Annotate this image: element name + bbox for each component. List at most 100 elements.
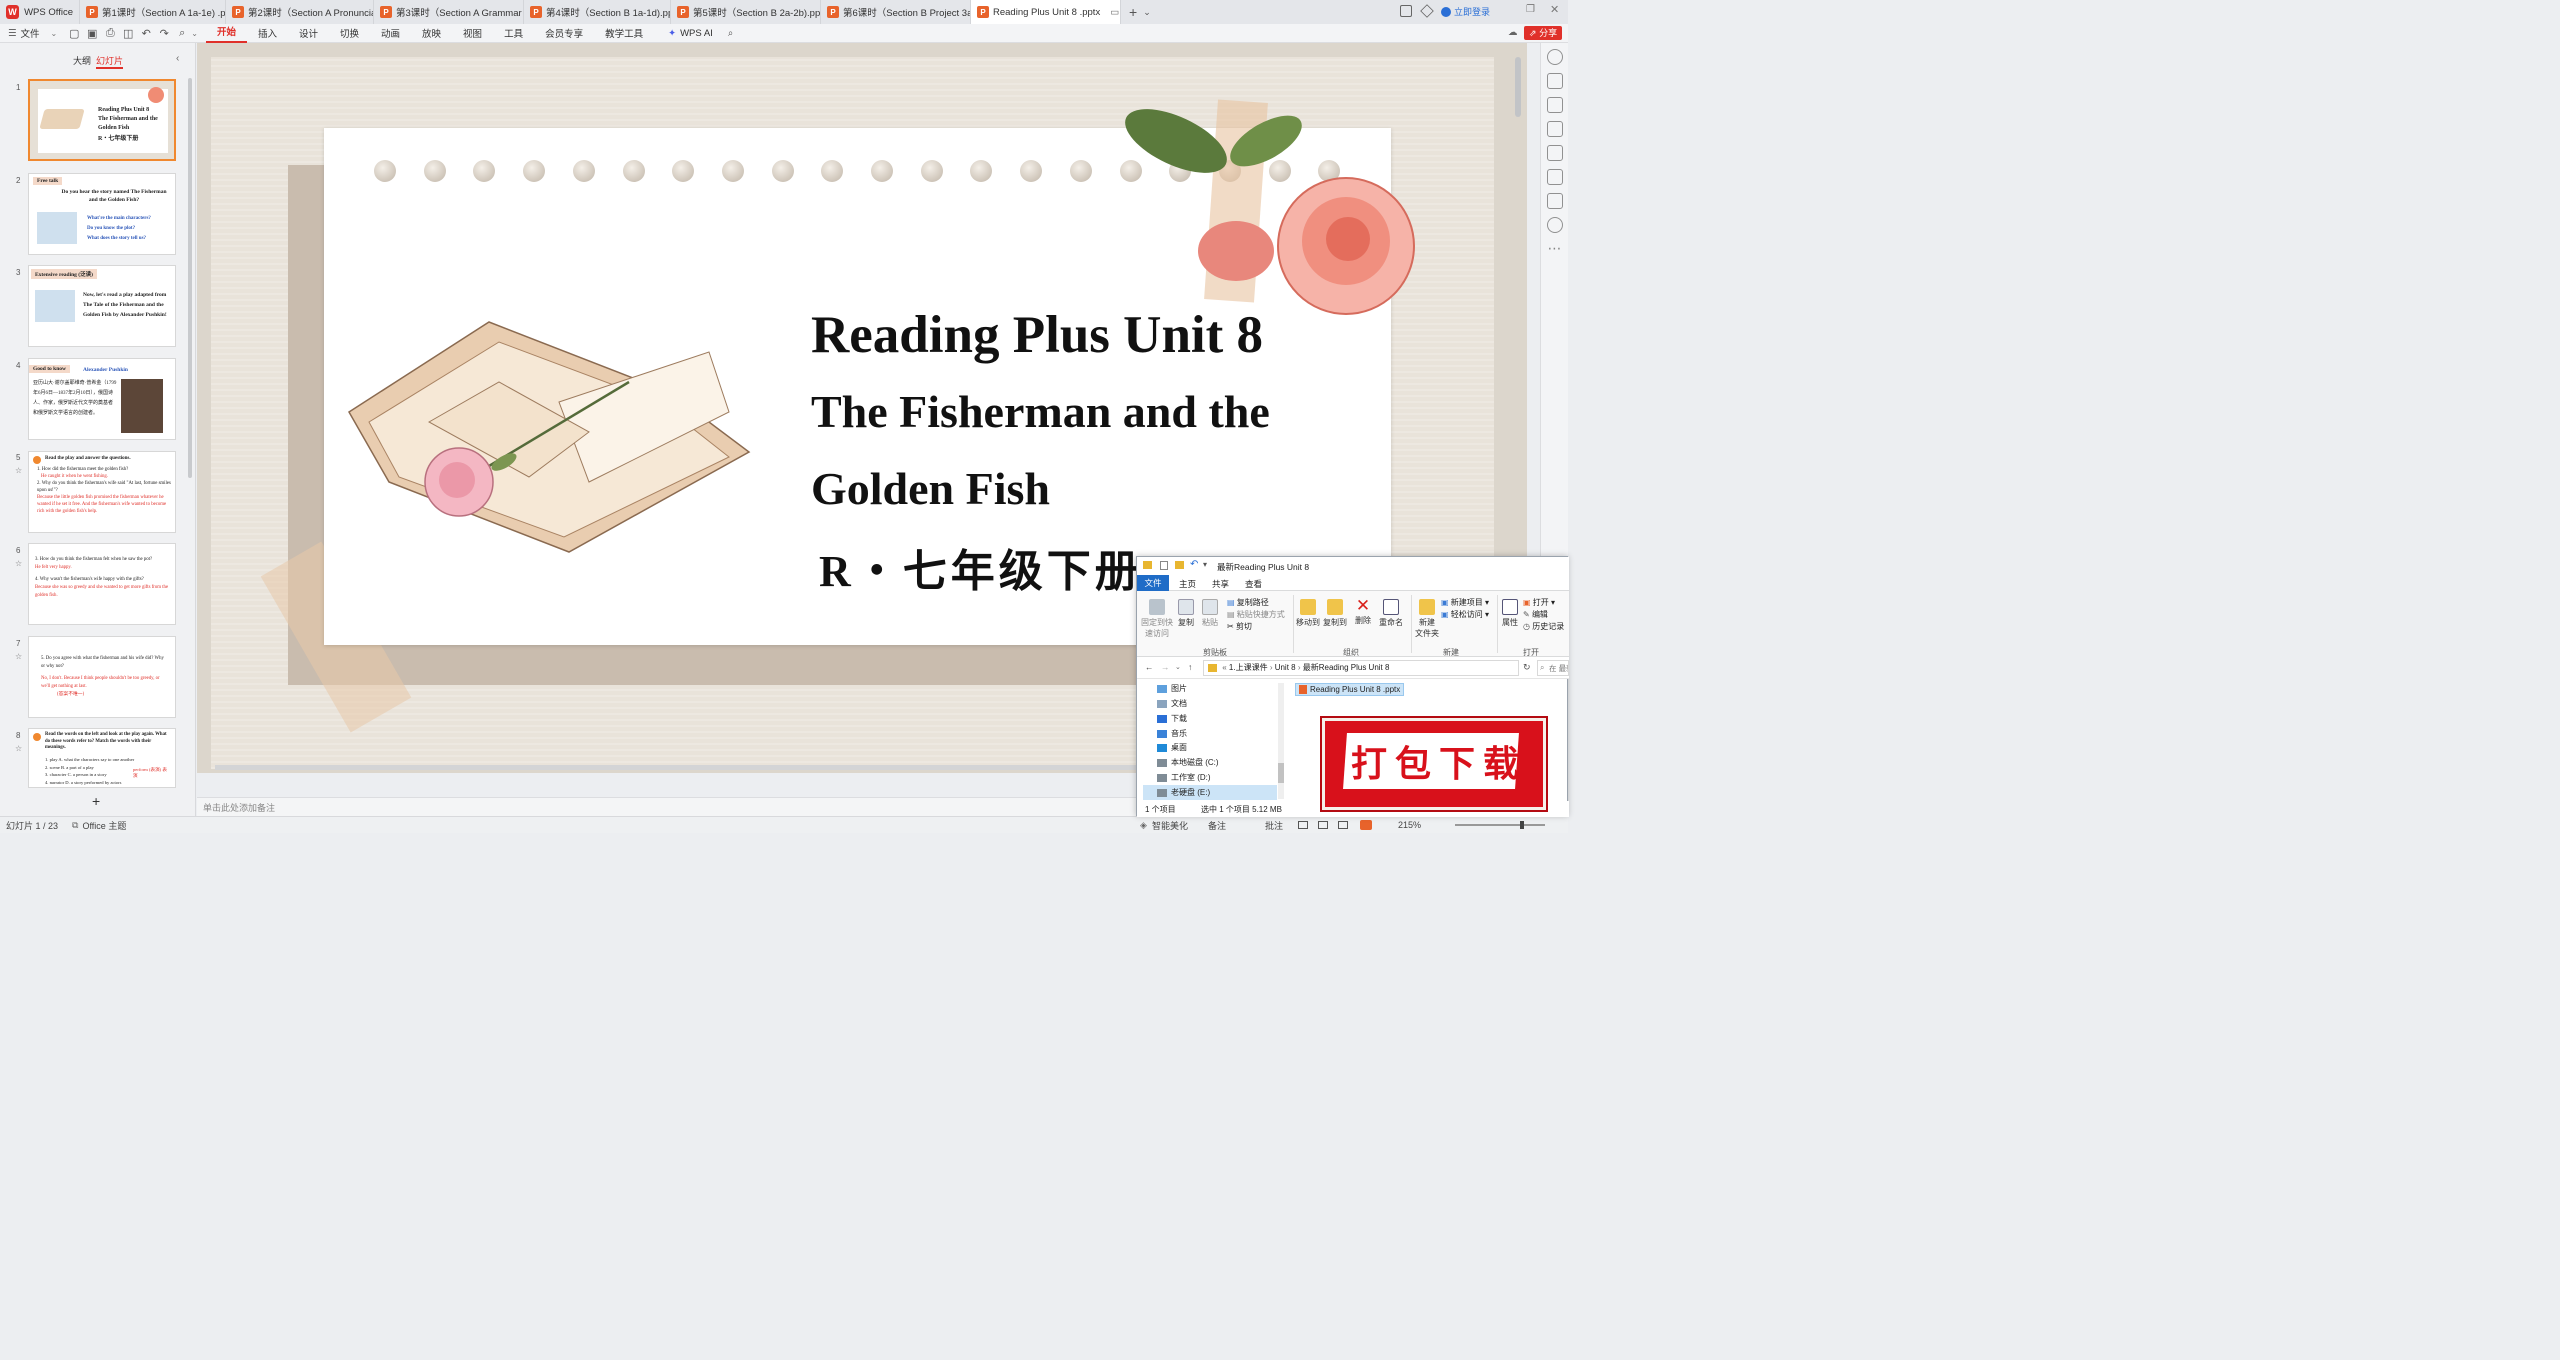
open-button[interactable]: ▣ 打开 ▾ [1523, 597, 1564, 609]
cloud-sync-icon[interactable]: ☁ [1508, 27, 1518, 38]
new-folder-button[interactable]: 新建 文件夹 [1413, 599, 1441, 639]
redo-icon[interactable]: ↷ [157, 26, 171, 40]
window-layout-icon[interactable] [1400, 5, 1412, 17]
pin-quick-access-button[interactable]: 固定到快 速访问 [1139, 599, 1175, 639]
tab-document[interactable]: P 第4课时（Section B 1a-1d).pptx [524, 0, 671, 24]
menu-insert[interactable]: 插入 [247, 26, 288, 40]
menu-member[interactable]: 会员专享 [534, 26, 594, 40]
sorter-view-icon[interactable] [1318, 821, 1328, 829]
layers-icon[interactable] [1546, 121, 1563, 137]
print-preview-icon[interactable]: ◫ [121, 26, 135, 40]
tab-document[interactable]: P 第3课时（Section A Grammar Focu [374, 0, 524, 24]
tab-document[interactable]: P 第2课时（Section A Pronunciation [226, 0, 374, 24]
new-document-icon[interactable]: ▢ [67, 26, 81, 40]
refresh-icon[interactable]: ↻ [1523, 662, 1531, 673]
nav-item-drive-c[interactable]: 本地磁盘 (C:) [1157, 757, 1219, 768]
close-window-icon[interactable]: ✕ [1550, 3, 1559, 16]
nav-item-pictures[interactable]: 图片 [1157, 683, 1187, 694]
menu-design[interactable]: 设计 [288, 26, 329, 40]
cube-icon[interactable] [1420, 4, 1434, 18]
normal-view-icon[interactable] [1298, 821, 1308, 829]
nav-item-desktop[interactable]: 桌面 [1157, 742, 1187, 753]
slide-thumbnail-6[interactable]: 3. How do you think the fisherman felt w… [28, 543, 176, 625]
slide-thumbnail-1[interactable]: Reading Plus Unit 8 The Fisherman and th… [28, 79, 176, 161]
add-slide-icon[interactable]: + [92, 793, 100, 809]
rename-button[interactable]: 重命名 [1377, 599, 1405, 628]
menu-wps-ai[interactable]: WPS AI [676, 28, 724, 39]
collapse-panel-icon[interactable]: ‹ [176, 53, 179, 64]
paste-shortcut-button[interactable]: ▤ 粘贴快捷方式 [1227, 609, 1285, 621]
slide-thumbnail-7[interactable]: 5. Do you agree with what the fisherman … [28, 636, 176, 718]
hamburger-icon[interactable]: ☰ [8, 28, 17, 39]
zoom-level[interactable]: 215% [1398, 820, 1421, 830]
menu-teaching-tools[interactable]: 教学工具 [594, 26, 654, 40]
menu-transition[interactable]: 切换 [329, 26, 370, 40]
slide-title[interactable]: Reading Plus Unit 8 [811, 305, 1270, 365]
chevron-down-icon[interactable]: ⌄ [1143, 7, 1151, 18]
breadcrumb-item[interactable]: Unit 8 [1275, 663, 1296, 672]
star-icon[interactable]: ☆ [15, 559, 22, 568]
star-icon[interactable]: ☆ [15, 466, 22, 475]
ribbon-tab-view[interactable]: 查看 [1245, 578, 1262, 590]
nav-item-drive-d[interactable]: 工作室 (D:) [1157, 772, 1211, 783]
chevron-down-icon[interactable]: ⌄ [1175, 663, 1181, 671]
breadcrumb-item[interactable]: 1.上课课件 [1229, 663, 1268, 672]
theme-label[interactable]: Office 主题 [82, 819, 126, 832]
edit-button[interactable]: ✎ 编辑 [1523, 609, 1564, 621]
chevron-down-icon[interactable]: ▾ [1203, 560, 1207, 569]
ribbon-tab-file[interactable]: 文件 [1137, 575, 1169, 591]
undo-icon[interactable]: ↶ [1190, 559, 1198, 570]
tab-outline[interactable]: 大纲 [73, 54, 91, 67]
properties-icon[interactable] [1160, 561, 1168, 570]
login-button[interactable]: 立即登录 [1441, 5, 1490, 18]
menu-home[interactable]: 开始 [205, 24, 247, 43]
copy-path-button[interactable]: ▤ 复制路径 [1227, 597, 1285, 609]
slide-thumbnail-5[interactable]: Read the play and answer the questions. … [28, 451, 176, 533]
tab-pin-icon[interactable]: ▭ [1110, 7, 1119, 18]
slide-thumbnail-8[interactable]: Read the words on the left and look at t… [28, 728, 176, 788]
tab-document[interactable]: P 第6课时（Section B Project 3a-Refl [821, 0, 971, 24]
share-button[interactable]: ⇗ 分享 [1524, 26, 1563, 40]
properties-icon[interactable] [1546, 73, 1563, 89]
tab-document[interactable]: P 第5课时（Section B 2a-2b).pptx [671, 0, 821, 24]
search-box[interactable]: ⌕ [1537, 660, 1569, 676]
menu-tools[interactable]: 工具 [493, 26, 534, 40]
copy-to-button[interactable]: 复制到 [1322, 599, 1348, 628]
collapse-icon[interactable] [1546, 49, 1563, 65]
menu-view[interactable]: 视图 [452, 26, 493, 40]
nav-item-downloads[interactable]: 下载 [1157, 713, 1187, 724]
more-icon[interactable]: ⋯ [1547, 241, 1563, 257]
save-icon[interactable]: ▣ [85, 26, 99, 40]
scrollbar[interactable] [1515, 57, 1521, 117]
download-banner[interactable]: 打包下载 [1322, 718, 1546, 810]
nav-item-drive-e[interactable]: 老硬盘 (E:) [1143, 785, 1277, 800]
breadcrumb-item[interactable]: 最新Reading Plus Unit 8 [1303, 663, 1390, 672]
comments-button[interactable]: 批注 [1265, 819, 1283, 832]
new-folder-icon[interactable] [1175, 561, 1184, 569]
slide-thumbnail-4[interactable]: Good to know Alexander Pushkin 亚历山大·谢尔盖耶… [28, 358, 176, 440]
forward-icon[interactable]: → [1161, 662, 1170, 672]
tab-document-active[interactable]: P Reading Plus Unit 8 .pptx ▭ ✕ [971, 0, 1121, 24]
new-tab-icon[interactable]: + [1129, 4, 1137, 20]
address-bar[interactable]: « 1.上课课件 › Unit 8 › 最新Reading Plus Unit … [1203, 660, 1519, 676]
back-icon[interactable]: ← [1145, 662, 1154, 672]
print-icon[interactable]: ⎙ [103, 26, 117, 40]
nav-item-documents[interactable]: 文档 [1157, 698, 1187, 709]
ribbon-tab-home[interactable]: 主页 [1179, 578, 1196, 590]
search-icon[interactable]: ⌕ [728, 28, 733, 39]
undo-icon[interactable]: ↶ [139, 26, 153, 40]
easy-access-button[interactable]: ▣ 轻松访问 ▾ [1441, 609, 1489, 621]
history-button[interactable]: ◷ 历史记录 [1523, 621, 1564, 633]
play-slideshow-icon[interactable] [1360, 820, 1372, 830]
restore-window-icon[interactable]: ❐ [1526, 4, 1535, 15]
reading-view-icon[interactable] [1338, 821, 1348, 829]
search-input[interactable] [1549, 662, 1568, 674]
up-icon[interactable]: ↑ [1188, 662, 1192, 672]
chevron-down-icon[interactable]: ⌄ [191, 29, 198, 38]
menu-slideshow[interactable]: 放映 [411, 26, 452, 40]
animation-icon[interactable] [1546, 193, 1563, 209]
copy-button[interactable]: 复制 [1175, 599, 1197, 628]
zoom-slider[interactable] [1455, 821, 1545, 829]
tab-document[interactable]: P 第1课时（Section A 1a-1e) .pptx [80, 0, 226, 24]
star-icon[interactable] [1546, 97, 1563, 113]
